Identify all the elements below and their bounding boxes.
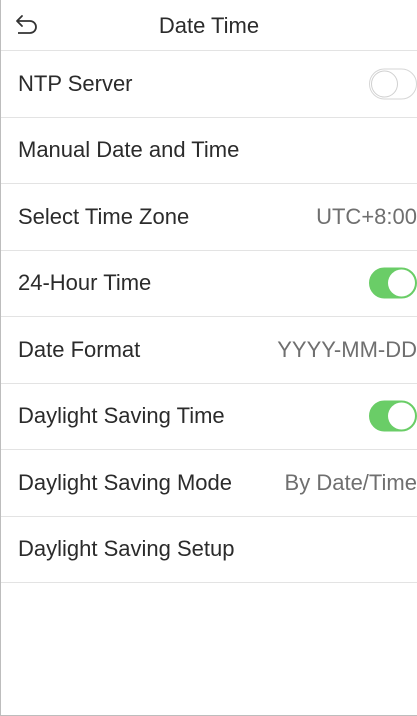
date-time-screen: Date Time NTP Server Manual Date and Tim… xyxy=(0,0,417,716)
daylight-saving-mode-value: By Date/Time xyxy=(284,469,417,495)
row-manual-date-time[interactable]: Manual Date and Time xyxy=(1,118,417,184)
date-format-value: YYYY-MM-DD xyxy=(277,336,417,362)
row-label: Daylight Saving Mode xyxy=(18,469,233,495)
row-label: 24-Hour Time xyxy=(18,270,152,296)
row-ntp-server[interactable]: NTP Server xyxy=(1,51,417,118)
toggle-knob xyxy=(371,70,398,98)
row-label: Date Format xyxy=(18,336,141,362)
row-date-format[interactable]: Date Format YYYY-MM-DD xyxy=(1,317,417,384)
toggle-knob xyxy=(388,269,415,297)
row-daylight-saving-setup[interactable]: Daylight Saving Setup xyxy=(1,517,417,583)
settings-list: NTP Server Manual Date and Time Select T… xyxy=(1,51,417,583)
ntp-server-toggle[interactable] xyxy=(369,68,417,100)
row-label: Daylight Saving Setup xyxy=(18,536,235,562)
row-24-hour-time[interactable]: 24-Hour Time xyxy=(1,251,417,317)
daylight-saving-time-toggle[interactable] xyxy=(369,400,417,432)
row-label: NTP Server xyxy=(18,70,133,96)
row-label: Select Time Zone xyxy=(18,203,190,229)
24-hour-time-toggle[interactable] xyxy=(369,267,417,299)
row-select-time-zone[interactable]: Select Time Zone UTC+8:00 xyxy=(1,184,417,251)
row-label: Manual Date and Time xyxy=(18,137,240,163)
row-daylight-saving-mode[interactable]: Daylight Saving Mode By Date/Time xyxy=(1,450,417,517)
toggle-knob xyxy=(388,402,415,430)
row-daylight-saving-time[interactable]: Daylight Saving Time xyxy=(1,384,417,450)
time-zone-value: UTC+8:00 xyxy=(316,203,417,229)
row-label: Daylight Saving Time xyxy=(18,403,225,429)
header-bar: Date Time xyxy=(1,0,417,51)
page-title: Date Time xyxy=(158,13,260,38)
